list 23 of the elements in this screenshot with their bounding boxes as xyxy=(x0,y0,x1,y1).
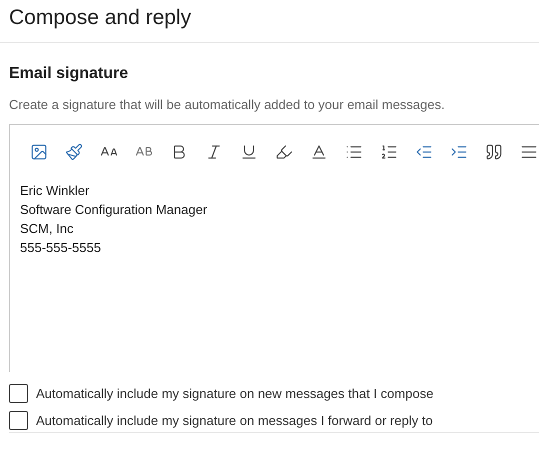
image-icon[interactable] xyxy=(30,143,48,161)
section-description: Create a signature that will be automatically added to your email messages. xyxy=(9,96,445,114)
signature-editor[interactable]: Eric Winkler Software Configuration Manager SCM, Inc 555-555-5555 xyxy=(9,124,539,372)
highlighter-icon[interactable] xyxy=(275,143,293,161)
checkbox-label: Automatically include my signature on messages I forward or reply to xyxy=(36,412,433,430)
checkbox[interactable] xyxy=(9,384,28,403)
signature-line: Software Configuration Manager xyxy=(20,201,208,219)
checkbox-label: Automatically include my signature on new messages that I compose xyxy=(36,384,434,402)
checkbox[interactable] xyxy=(9,411,28,430)
signature-line: SCM, Inc xyxy=(20,220,74,238)
font-color-icon[interactable] xyxy=(310,143,328,161)
bullet-list-icon[interactable] xyxy=(345,143,363,161)
signature-line: Eric Winkler xyxy=(20,182,90,200)
indent-icon[interactable] xyxy=(450,143,468,161)
align-icon[interactable] xyxy=(520,143,538,161)
paintbrush-icon[interactable] xyxy=(65,143,83,161)
outdent-icon[interactable] xyxy=(415,143,433,161)
numbered-list-icon[interactable] xyxy=(380,143,398,161)
section-title: Email signature xyxy=(9,64,128,84)
page-title: Compose and reply xyxy=(9,5,192,31)
signature-line: 555-555-5555 xyxy=(20,239,101,257)
quote-icon[interactable] xyxy=(485,143,503,161)
underline-icon[interactable] xyxy=(240,143,258,161)
